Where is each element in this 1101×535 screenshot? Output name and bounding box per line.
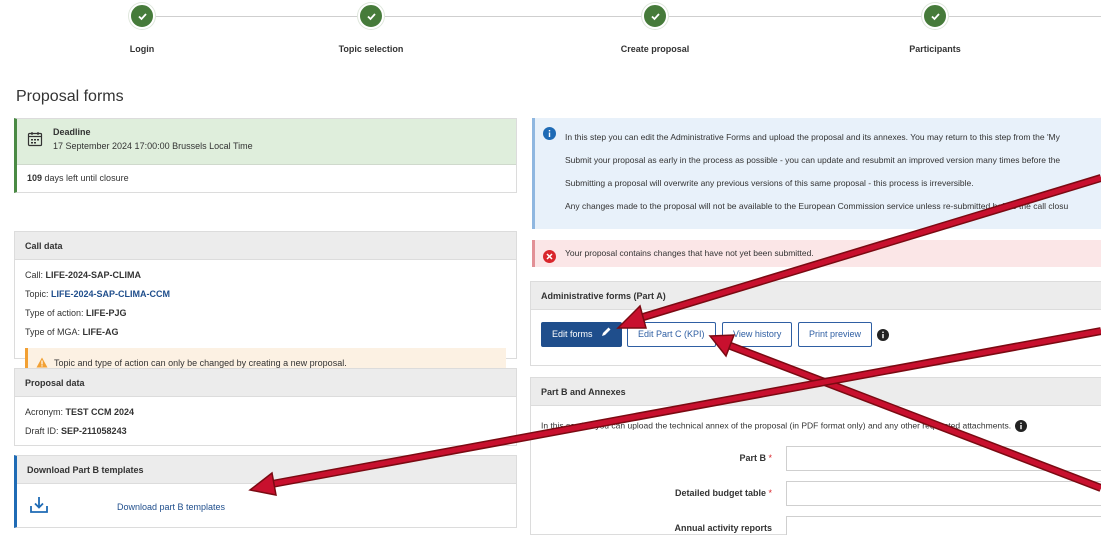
mga-label: Type of MGA: [25,327,83,337]
calendar-icon [27,131,43,149]
deadline-panel: Deadline 17 September 2024 17:00:00 Brus… [14,118,517,193]
check-icon [922,3,948,29]
mga-row: Type of MGA: LIFE-AG [25,323,506,342]
info-icon [543,127,556,142]
days-left-count: 109 [27,173,43,183]
download-heading: Download Part B templates [17,456,516,484]
admin-forms-panel: Administrative forms (Part A) Edit forms… [530,281,1101,366]
info-icon[interactable] [1015,420,1028,432]
part-b-upload-row: Part B * [531,446,1101,472]
step-topic-selection[interactable]: Topic selection [281,3,461,54]
action-label: Type of action: [25,308,87,318]
info-line-1: In this step you can edit the Administra… [565,132,1060,142]
field-label: Detailed budget table * [675,488,772,498]
edit-forms-button[interactable]: Edit forms [541,322,622,347]
part-b-description-text: In this section you can upload the techn… [541,420,1012,431]
download-templates-link[interactable]: Download part B templates [117,502,225,512]
progress-stepper: Login Topic selection Create proposal Pa… [0,0,1101,68]
step-label: Login [129,44,155,54]
draft-id-label: Draft ID: [25,426,62,436]
call-value: LIFE-2024-SAP-CLIMA [45,270,142,280]
deadline-title: Deadline [53,127,91,137]
topic-row: Topic: LIFE-2024-SAP-CLIMA-CCM [25,285,506,304]
view-history-button[interactable]: View history [722,322,793,347]
acronym-value: TEST CCM 2024 [65,407,135,417]
edit-part-c-button[interactable]: Edit Part C (KPI) [627,322,716,347]
topic-link[interactable]: LIFE-2024-SAP-CLIMA-CCM [51,289,170,299]
deadline-date: 17 September 2024 17:00:00 Brussels Loca… [53,141,253,151]
check-icon [642,3,668,29]
activity-reports-upload-field[interactable] [786,516,1101,535]
required-marker: * [768,488,772,498]
call-data-panel: Call data Call: LIFE-2024-SAP-CLIMA Topi… [14,231,517,378]
info-line-4: Any changes made to the proposal will no… [565,201,1069,211]
info-line-3: Submitting a proposal will overwrite any… [565,178,974,188]
part-b-description: In this section you can upload the techn… [531,406,1101,432]
part-b-upload-field[interactable] [786,446,1101,471]
info-icon[interactable] [877,329,889,343]
admin-forms-heading: Administrative forms (Part A) [531,282,1101,310]
acronym-label: Acronym: [25,407,66,417]
step-label: Topic selection [338,44,404,54]
warning-icon [36,357,48,368]
unsubmitted-changes-alert: Your proposal contains changes that have… [532,240,1101,267]
acronym-row: Acronym: TEST CCM 2024 [25,403,506,422]
step-label: Create proposal [620,44,690,54]
call-row: Call: LIFE-2024-SAP-CLIMA [25,266,506,285]
action-row: Type of action: LIFE-PJG [25,304,506,323]
action-value: LIFE-PJG [86,308,127,318]
error-text: Your proposal contains changes that have… [565,248,814,258]
part-b-heading: Part B and Annexes [531,378,1101,406]
budget-table-upload-row: Detailed budget table * [531,481,1101,507]
step-participants[interactable]: Participants [845,3,1025,54]
mga-value: LIFE-AG [82,327,119,337]
check-icon [358,3,384,29]
proposal-data-heading: Proposal data [15,369,516,397]
budget-table-label: Detailed budget table [674,488,766,498]
info-message: In this step you can edit the Administra… [532,118,1101,229]
edit-forms-label: Edit forms [552,329,593,339]
download-templates-panel: Download Part B templates Download part … [14,455,517,528]
draft-id-value: SEP-211058243 [61,426,127,436]
pencil-icon [601,323,611,346]
field-label: Part B * [739,453,772,463]
print-preview-button[interactable]: Print preview [798,322,873,347]
activity-reports-label: Annual activity reports [674,523,772,533]
call-data-heading: Call data [15,232,516,260]
days-left-text: days left until closure [42,173,129,183]
check-icon [129,3,155,29]
proposal-data-panel: Proposal data Acronym: TEST CCM 2024 Dra… [14,368,517,446]
topic-label: Topic: [25,289,52,299]
page-title: Proposal forms [16,88,124,105]
part-b-label: Part B [739,453,766,463]
warning-text: Topic and type of action can only be cha… [54,358,347,368]
required-marker: * [768,453,772,463]
step-label: Participants [909,44,961,54]
error-icon [543,247,556,267]
step-login[interactable]: Login [52,3,232,54]
part-b-panel: Part B and Annexes In this section you c… [530,377,1101,535]
call-label: Call: [25,270,46,280]
draft-id-row: Draft ID: SEP-211058243 [25,422,506,441]
download-icon[interactable] [29,496,49,516]
field-label: Annual activity reports [674,523,772,533]
budget-table-upload-field[interactable] [786,481,1101,506]
activity-reports-upload-row: Annual activity reports [531,516,1101,535]
days-left: 109 days left until closure [17,165,516,191]
step-create-proposal[interactable]: Create proposal [565,3,745,54]
info-line-2: Submit your proposal as early in the pro… [565,155,1061,165]
